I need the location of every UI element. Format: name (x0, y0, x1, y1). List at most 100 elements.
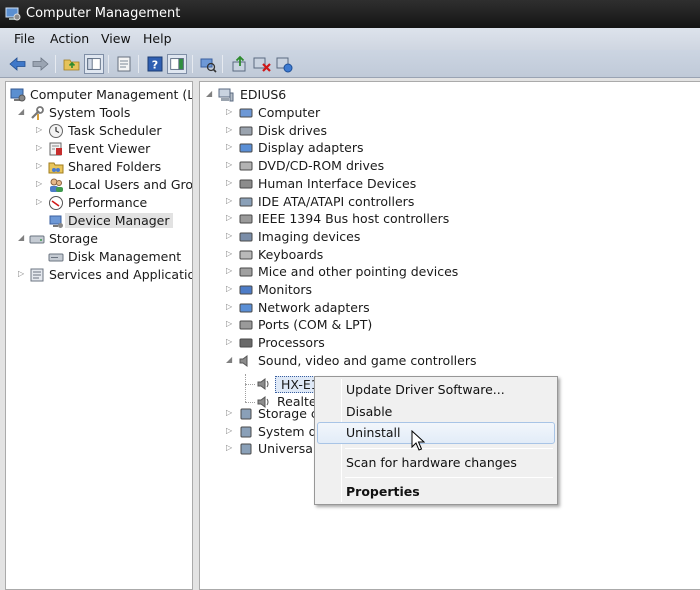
expand-triangle-icon[interactable]: ▷ (36, 125, 44, 135)
device-category-label: Mice and other pointing devices (258, 264, 459, 280)
shared-folder-icon (48, 162, 64, 174)
collapse-triangle-icon[interactable]: ◢ (18, 107, 26, 117)
tree-node-event-viewer[interactable]: ▷ Event Viewer (6, 140, 192, 158)
imaging-device-icon (239, 232, 253, 242)
show-hide-console-tree-icon[interactable] (84, 54, 104, 74)
uninstall-device-icon[interactable] (252, 54, 272, 74)
menu-item-disable[interactable]: Disable (317, 401, 555, 423)
tree-label-system-tools: System Tools (49, 105, 131, 120)
menu-item-uninstall[interactable]: Uninstall (317, 422, 555, 444)
menu-file[interactable]: File (14, 31, 35, 46)
tree-node-device-manager[interactable]: Device Manager (6, 212, 192, 230)
usb-icon (240, 443, 252, 455)
computer-icon (239, 108, 253, 118)
tree-label-shared-folders: Shared Folders (68, 159, 162, 174)
device-category-label: Computer (258, 105, 321, 120)
menu-separator (345, 448, 553, 449)
expand-triangle-icon[interactable]: ▷ (226, 337, 234, 347)
device-category-human-interface-devices[interactable]: ▷ Human Interface Devices (200, 175, 500, 193)
expand-triangle-icon[interactable]: ▷ (226, 107, 234, 117)
expand-triangle-icon[interactable]: ▷ (226, 125, 234, 135)
device-category-disk-drives[interactable]: ▷ Disk drives (200, 122, 500, 140)
tree-node-shared-folders[interactable]: ▷ Shared Folders (6, 158, 192, 176)
device-category-network-adapters[interactable]: ▷ Network adapters (200, 299, 500, 317)
tree-node-root[interactable]: Computer Management (Local) (6, 86, 192, 104)
back-arrow-icon[interactable] (8, 54, 28, 74)
expand-triangle-icon[interactable]: ▷ (36, 197, 44, 207)
show-action-pane-icon[interactable] (167, 54, 187, 74)
expand-triangle-icon[interactable]: ▷ (226, 319, 234, 329)
tree-node-storage[interactable]: ◢ Storage (6, 230, 192, 248)
expand-triangle-icon[interactable]: ▷ (226, 284, 234, 294)
expand-triangle-icon[interactable]: ▷ (226, 408, 234, 418)
tree-label-local-users: Local Users and Groups (68, 177, 193, 192)
expand-triangle-icon[interactable]: ▷ (226, 213, 234, 223)
expand-triangle-icon[interactable]: ▷ (226, 142, 234, 152)
scan-hardware-icon[interactable] (198, 54, 218, 74)
expand-triangle-icon[interactable]: ▷ (36, 143, 44, 153)
expand-triangle-icon[interactable]: ▷ (226, 231, 234, 241)
forward-arrow-icon[interactable] (30, 54, 50, 74)
properties-page-icon[interactable] (114, 54, 134, 74)
device-category-label: IDE ATA/ATAPI controllers (258, 193, 415, 209)
update-driver-icon[interactable] (230, 54, 250, 74)
device-category-display-adapters[interactable]: ▷ Display adapters (200, 139, 500, 157)
expand-triangle-icon[interactable]: ▷ (36, 179, 44, 189)
device-category-ports-com-lpt[interactable]: ▷ Ports (COM & LPT) (200, 316, 500, 334)
device-category-label: Keyboards (258, 246, 324, 262)
menu-view[interactable]: View (101, 31, 131, 46)
expand-triangle-icon[interactable]: ▷ (226, 160, 234, 170)
menu-item-scan[interactable]: Scan for hardware changes (317, 452, 555, 474)
menu-item-update-driver[interactable]: Update Driver Software... (317, 379, 555, 401)
expand-triangle-icon[interactable]: ▷ (226, 302, 234, 312)
device-category-processors[interactable]: ▷ Processors (200, 334, 500, 352)
expand-triangle-icon[interactable]: ▷ (226, 426, 234, 436)
tree-node-system-tools[interactable]: ◢ System Tools (6, 104, 192, 122)
tree-node-local-users[interactable]: ▷ Local Users and Groups (6, 176, 193, 194)
device-category-monitors[interactable]: ▷ Monitors (200, 281, 500, 299)
expand-triangle-icon[interactable]: ▷ (226, 266, 234, 276)
device-category-dvd-cd-rom-drives[interactable]: ▷ DVD/CD-ROM drives (200, 157, 500, 175)
device-category-mice-and-other-pointing-devices[interactable]: ▷ Mice and other pointing devices (200, 263, 500, 281)
svg-text:?: ? (152, 59, 158, 72)
menu-help[interactable]: Help (143, 31, 172, 46)
collapse-triangle-icon[interactable]: ◢ (18, 233, 26, 243)
tree-node-services[interactable]: ▷ Services and Applications (6, 266, 192, 284)
window-title: Computer Management (26, 6, 181, 21)
device-category-sound-video-and-game-controllers[interactable]: ◢ Sound, video and game controllers (200, 352, 500, 370)
console-tree-pane: Computer Management (Local) ◢ System Too… (5, 81, 193, 590)
collapse-triangle-icon[interactable]: ◢ (206, 89, 214, 99)
menu-action[interactable]: Action (50, 31, 89, 46)
device-category-ieee-1394-bus-host-controllers[interactable]: ▷ IEEE 1394 Bus host controllers (200, 210, 500, 228)
expand-triangle-icon[interactable]: ▷ (226, 249, 234, 259)
enable-device-icon[interactable] (274, 54, 294, 74)
tree-node-disk-management[interactable]: Disk Management (6, 248, 192, 266)
menu-bar: File Action View Help (0, 28, 700, 50)
device-category-ide-ata-atapi-controllers[interactable]: ▷ IDE ATA/ATAPI controllers (200, 193, 500, 211)
device-category-imaging-devices[interactable]: ▷ Imaging devices (200, 228, 500, 246)
expand-triangle-icon[interactable]: ▷ (226, 443, 234, 453)
device-category-label: IEEE 1394 Bus host controllers (258, 211, 450, 227)
collapse-triangle-icon[interactable]: ◢ (226, 355, 234, 365)
up-folder-icon[interactable] (62, 54, 82, 74)
device-root-label: EDIUS6 (240, 87, 287, 102)
expand-triangle-icon[interactable]: ▷ (18, 269, 26, 279)
system-tools-icon (31, 106, 44, 120)
expand-triangle-icon[interactable]: ▷ (36, 161, 44, 171)
expand-triangle-icon[interactable]: ▷ (226, 178, 234, 188)
device-root[interactable]: ◢ EDIUS6 (200, 86, 500, 104)
tree-label-task-scheduler: Task Scheduler (68, 123, 162, 138)
dvd-drive-icon (239, 161, 253, 171)
tree-node-performance[interactable]: ▷ Performance (6, 194, 192, 212)
title-bar: Computer Management (0, 0, 700, 28)
tree-label-services: Services and Applications (49, 267, 192, 282)
expand-triangle-icon[interactable]: ▷ (226, 196, 234, 206)
device-category-computer[interactable]: ▷ Computer (200, 104, 500, 122)
sound-controller-icon (239, 354, 248, 367)
tree-node-task-scheduler[interactable]: ▷ Task Scheduler (6, 122, 192, 140)
help-icon[interactable]: ? (145, 54, 165, 74)
device-category-keyboards[interactable]: ▷ Keyboards (200, 246, 500, 264)
menu-item-properties[interactable]: Properties (317, 481, 555, 503)
mouse-pointer-icon (411, 430, 425, 451)
context-menu: Update Driver Software... Disable Uninst… (314, 376, 558, 505)
